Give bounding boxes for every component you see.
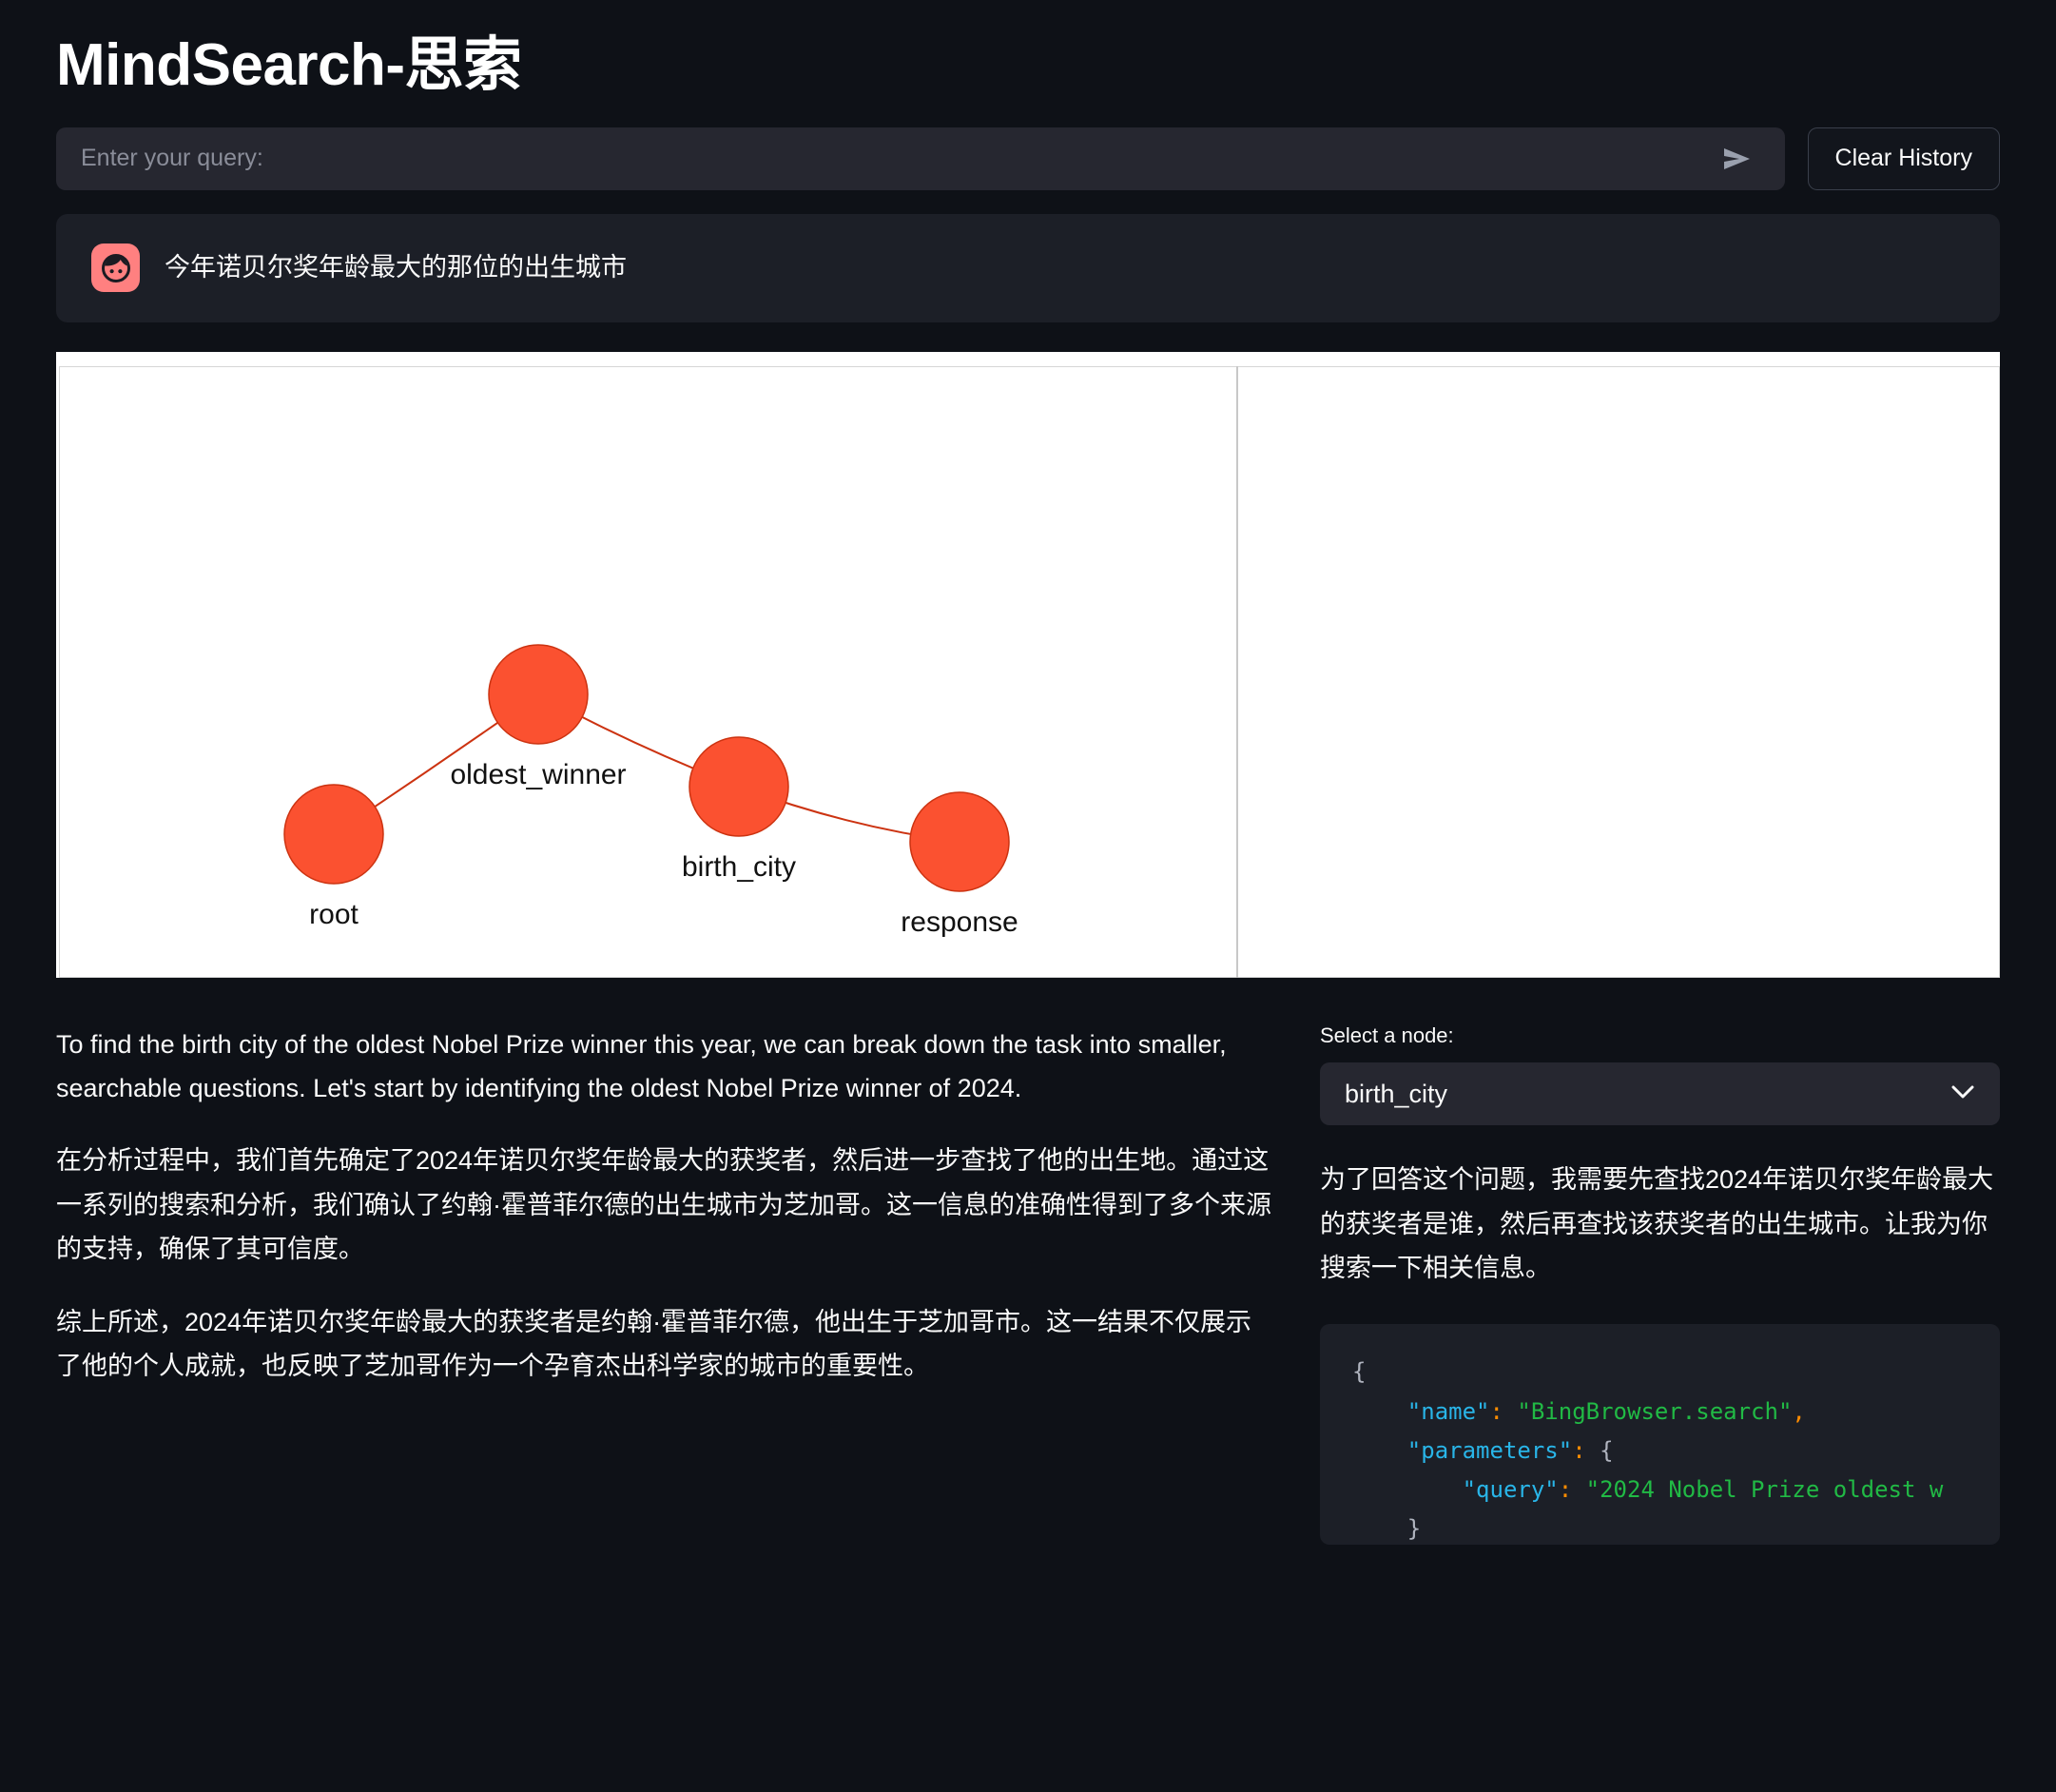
answer-paragraph-3: 综上所述，2024年诺贝尔奖年龄最大的获奖者是约翰·霍普菲尔德，他出生于芝加哥市…	[56, 1307, 1252, 1381]
lower-section: To find the birth city of the oldest Nob…	[56, 1023, 2000, 1546]
answer-column: To find the birth city of the oldest Nob…	[56, 1023, 1273, 1389]
search-input[interactable]	[81, 127, 1717, 190]
graph-node-birth_city[interactable]	[689, 735, 789, 837]
graph-node-label-root: root	[309, 899, 359, 930]
node-detail-column: Select a node: birth_city 为了回答这个问题，我需要先查…	[1320, 1023, 2000, 1546]
node-graph-svg: root oldest_winner birth_city response	[283, 643, 1018, 938]
clear-history-button[interactable]: Clear History	[1807, 127, 2000, 190]
graph-node-oldest_winner[interactable]	[488, 643, 589, 745]
graph-node-label-oldest_winner: oldest_winner	[450, 759, 626, 790]
code-brace-params: {	[1585, 1436, 1614, 1464]
code-key-query: "query"	[1462, 1476, 1559, 1504]
graph-edges	[333, 692, 960, 843]
answer-paragraph-1: To find the birth city of the oldest Nob…	[56, 1029, 1227, 1102]
code-brace-open: {	[1352, 1358, 1367, 1386]
code-colon-3: :	[1558, 1476, 1573, 1504]
graph-node-label-birth_city: birth_city	[682, 851, 796, 883]
graph-node-root[interactable]	[283, 783, 384, 885]
chevron-down-icon	[1950, 1084, 1975, 1104]
code-key-name: "name"	[1406, 1397, 1490, 1425]
graph-card: root oldest_winner birth_city response	[56, 351, 2000, 978]
graph-node-response[interactable]	[909, 790, 1010, 892]
graph-nodes	[283, 643, 1010, 892]
query-row: Clear History	[56, 127, 2000, 190]
node-select[interactable]: birth_city	[1320, 1062, 2000, 1126]
graph-canvas[interactable]: root oldest_winner birth_city response	[59, 365, 1236, 978]
code-colon-2: :	[1572, 1436, 1586, 1464]
code-value-name: "BingBrowser.search"	[1503, 1397, 1793, 1425]
chat-message: 今年诺贝尔奖年龄最大的那位的出生城市	[56, 213, 2000, 322]
app-root: MindSearch-思索 Clear History 今年诺贝尔奖年龄最大的那…	[0, 0, 2056, 1792]
node-code: { "name": "BingBrowser.search", "paramet…	[1352, 1353, 1968, 1545]
code-comma-1: ,	[1792, 1397, 1806, 1425]
code-value-query: "2024 Nobel Prize oldest w	[1572, 1476, 1944, 1504]
select-node-label: Select a node:	[1320, 1023, 1454, 1047]
code-brace-close: }	[1406, 1515, 1422, 1543]
graph-node-label-response: response	[901, 906, 1018, 938]
answer-paragraph-2: 在分析过程中，我们首先确定了2024年诺贝尔奖年龄最大的获奖者，然后进一步查找了…	[56, 1146, 1271, 1264]
node-select-value: birth_city	[1345, 1079, 1448, 1108]
graph-detail-pane	[1238, 365, 2000, 978]
chat-message-text: 今年诺贝尔奖年龄最大的那位的出生城市	[165, 252, 627, 282]
node-description: 为了回答这个问题，我需要先查找2024年诺贝尔奖年龄最大的获奖者是谁，然后再查找…	[1320, 1165, 1994, 1282]
send-icon[interactable]	[1717, 137, 1760, 181]
code-key-parameters: "parameters"	[1406, 1436, 1573, 1464]
query-input-container[interactable]	[56, 127, 1785, 190]
user-face-icon	[91, 243, 140, 292]
page-title: MindSearch-思索	[56, 32, 522, 98]
node-code-block: { "name": "BingBrowser.search", "paramet…	[1320, 1324, 2000, 1546]
code-colon-1: :	[1489, 1397, 1503, 1425]
graph-split: root oldest_winner birth_city response	[59, 365, 2000, 978]
